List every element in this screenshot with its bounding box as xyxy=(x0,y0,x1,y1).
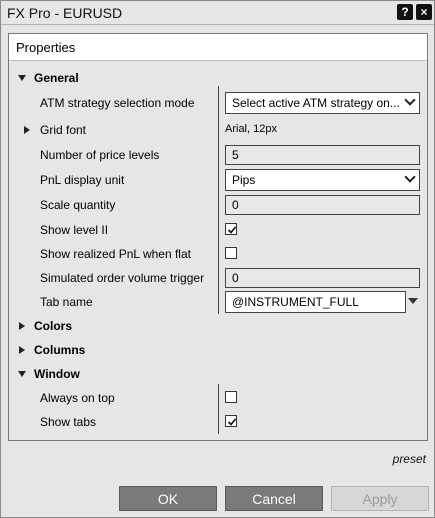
properties-panel: Properties General ATM strategy selectio… xyxy=(8,33,428,441)
pnl-unit-select[interactable]: Pips xyxy=(225,169,420,191)
expand-arrow-icon[interactable] xyxy=(24,126,30,134)
category-window[interactable]: Window xyxy=(9,362,427,386)
sim-trigger-input[interactable]: 0 xyxy=(225,268,420,288)
checkmark-icon xyxy=(227,418,237,426)
property-label: Show realized PnL when flat xyxy=(40,247,191,261)
select-value: Pips xyxy=(232,173,256,187)
properties-header: Properties xyxy=(9,34,427,61)
close-button[interactable]: × xyxy=(416,4,432,20)
category-label: General xyxy=(34,71,79,85)
expand-arrow-icon[interactable] xyxy=(19,346,25,354)
property-label: Number of price levels xyxy=(40,148,160,162)
property-grid-font: Grid font Arial, 12px xyxy=(9,118,427,142)
property-scale-quantity: Scale quantity 0 xyxy=(9,193,427,217)
property-show-realized-pnl: Show realized PnL when flat xyxy=(9,242,427,266)
help-button[interactable]: ? xyxy=(397,4,413,20)
title-bar[interactable]: FX Pro - EURUSD ? × xyxy=(1,1,434,25)
category-columns[interactable]: Columns xyxy=(9,338,427,362)
property-always-on-top: Always on top xyxy=(9,386,427,410)
dropdown-arrow-icon[interactable] xyxy=(408,298,418,304)
chevron-down-icon xyxy=(404,94,416,106)
checkmark-icon xyxy=(227,226,237,234)
property-label: Grid font xyxy=(40,123,87,137)
collapse-arrow-icon[interactable] xyxy=(18,371,26,377)
property-atm-mode: ATM strategy selection mode Select activ… xyxy=(9,91,427,115)
always-on-top-checkbox[interactable] xyxy=(225,391,237,403)
property-label: Scale quantity xyxy=(40,198,116,212)
property-tab-name: Tab name @INSTRUMENT_FULL xyxy=(9,290,427,314)
properties-title: Properties xyxy=(16,40,76,55)
show-tabs-checkbox[interactable] xyxy=(225,415,237,427)
show-level2-checkbox[interactable] xyxy=(225,223,237,235)
property-show-tabs: Show tabs xyxy=(9,410,427,434)
grid-font-value[interactable]: Arial, 12px xyxy=(225,123,277,135)
cancel-button[interactable]: Cancel xyxy=(225,486,323,511)
property-label: Always on top xyxy=(40,391,115,405)
atm-mode-select[interactable]: Select active ATM strategy on... xyxy=(225,92,420,114)
chevron-down-icon xyxy=(404,171,416,183)
properties-dialog: FX Pro - EURUSD ? × Properties General A… xyxy=(0,0,435,518)
property-label: Tab name xyxy=(40,295,93,309)
category-label: Colors xyxy=(34,319,73,333)
expand-arrow-icon[interactable] xyxy=(19,322,25,330)
property-sim-trigger: Simulated order volume trigger 0 xyxy=(9,266,427,290)
property-pnl-unit: PnL display unit Pips xyxy=(9,168,427,192)
apply-button[interactable]: Apply xyxy=(331,486,429,511)
property-label: Show level II xyxy=(40,223,109,237)
category-general[interactable]: General xyxy=(9,66,427,90)
category-label: Window xyxy=(34,367,80,381)
tab-name-combo[interactable]: @INSTRUMENT_FULL xyxy=(225,291,406,313)
property-show-level2: Show level II xyxy=(9,218,427,242)
property-label: ATM strategy selection mode xyxy=(40,96,195,110)
show-realized-pnl-checkbox[interactable] xyxy=(225,247,237,259)
price-levels-input[interactable]: 5 xyxy=(225,145,420,165)
collapse-arrow-icon[interactable] xyxy=(18,75,26,81)
property-label: PnL display unit xyxy=(40,173,125,187)
scale-quantity-input[interactable]: 0 xyxy=(225,195,420,215)
ok-button[interactable]: OK xyxy=(119,486,217,511)
property-label: Show tabs xyxy=(40,415,97,429)
select-value: Select active ATM strategy on... xyxy=(232,96,400,110)
preset-link[interactable]: preset xyxy=(393,452,426,466)
category-label: Columns xyxy=(34,343,86,357)
category-colors[interactable]: Colors xyxy=(9,314,427,338)
property-label: Simulated order volume trigger xyxy=(40,271,205,285)
property-price-levels: Number of price levels 5 xyxy=(9,143,427,167)
window-title: FX Pro - EURUSD xyxy=(7,5,123,21)
